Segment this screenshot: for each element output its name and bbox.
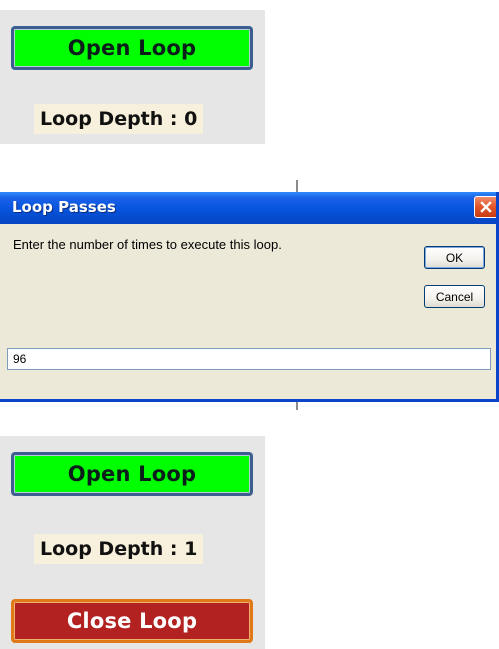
close-loop-button[interactable]: Close Loop — [11, 599, 253, 643]
loop-passes-input[interactable] — [7, 348, 491, 370]
open-loop-button[interactable]: Open Loop — [11, 452, 253, 496]
loop-panel-initial: Open Loop Loop Depth : 0 — [0, 10, 265, 144]
close-button[interactable] — [474, 196, 496, 218]
loop-panel-after: Open Loop Loop Depth : 1 Close Loop — [0, 436, 265, 649]
dialog-title: Loop Passes — [12, 198, 116, 216]
dialog-titlebar[interactable]: Loop Passes — [0, 192, 496, 224]
divider-tick-top — [296, 180, 298, 192]
cancel-button[interactable]: Cancel — [424, 285, 485, 308]
loop-depth-label: Loop Depth : 1 — [34, 534, 204, 564]
dialog-prompt: Enter the number of times to execute thi… — [13, 237, 282, 252]
loop-passes-dialog: Loop Passes Enter the number of times to… — [0, 192, 499, 402]
screenshot-stage: Open Loop Loop Depth : 0 Loop Passes Ent… — [0, 0, 499, 649]
open-loop-button[interactable]: Open Loop — [11, 26, 253, 70]
ok-button[interactable]: OK — [424, 246, 485, 269]
loop-depth-label: Loop Depth : 0 — [34, 104, 204, 134]
close-icon — [479, 201, 492, 213]
divider-tick-bottom — [296, 402, 298, 410]
